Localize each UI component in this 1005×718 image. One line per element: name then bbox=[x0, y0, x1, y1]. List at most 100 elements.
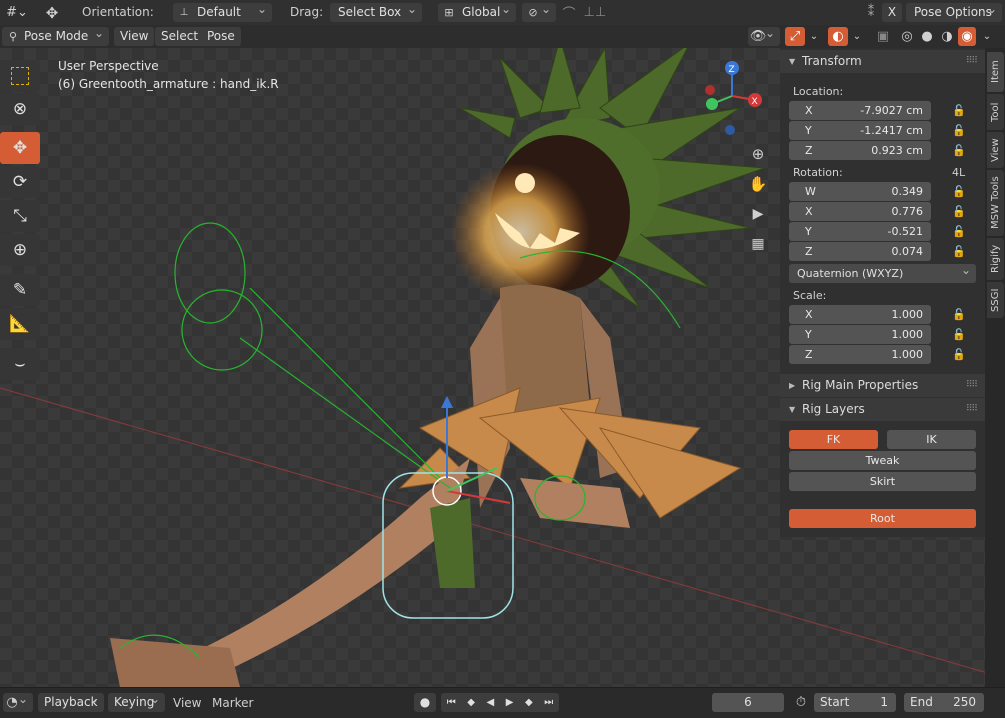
timeline-view-menu[interactable]: View bbox=[173, 696, 201, 710]
tab-rigify[interactable]: Rigify bbox=[987, 238, 1004, 280]
navigation-gizmo[interactable]: Z X bbox=[700, 56, 770, 136]
timeline-marker-menu[interactable]: Marker bbox=[212, 696, 253, 710]
annotate-icon[interactable]: ✎ bbox=[0, 274, 40, 306]
tab-ssgi[interactable]: SSGI bbox=[987, 282, 1004, 318]
skirt-layer-toggle[interactable]: Skirt bbox=[789, 472, 976, 491]
rotate-icon[interactable]: ⟳ bbox=[0, 166, 40, 198]
gizmo-z-label: Z bbox=[729, 65, 735, 75]
orientation-dropdown[interactable]: ⊥ Default bbox=[173, 0, 272, 22]
start-frame-field[interactable]: Start 1 bbox=[814, 693, 896, 712]
move-icon[interactable]: ✥ bbox=[0, 132, 40, 164]
zoom-icon[interactable]: ⊕ bbox=[748, 144, 768, 164]
rig-layers-title: Rig Layers bbox=[802, 402, 865, 416]
gizmo-dropdown-icon[interactable]: ⌄ bbox=[807, 27, 821, 46]
solid-shading-icon[interactable]: ● bbox=[918, 27, 936, 46]
tab-msw-tools[interactable]: MSW Tools bbox=[987, 170, 1004, 236]
menu-select[interactable]: Select bbox=[155, 27, 205, 46]
ik-layer-toggle[interactable]: IK bbox=[887, 430, 976, 449]
lock-icon[interactable]: 🔓 bbox=[952, 205, 966, 219]
select-box-icon[interactable] bbox=[0, 60, 40, 92]
drag-dropdown[interactable]: Select Box bbox=[330, 0, 422, 22]
next-keyframe-icon[interactable]: ◆ bbox=[525, 693, 533, 712]
rotation-x-field[interactable]: X 0.776 bbox=[789, 202, 931, 221]
keying-menu[interactable]: Keying bbox=[108, 690, 165, 712]
menu-view[interactable]: View bbox=[114, 27, 155, 46]
location-x-field[interactable]: X -7.9027 cm bbox=[789, 101, 931, 120]
timeline-editor-type[interactable]: ◔ bbox=[3, 690, 33, 712]
rotation-w-field[interactable]: W 0.349 bbox=[789, 182, 931, 201]
prev-keyframe-icon[interactable]: ◆ bbox=[467, 693, 475, 712]
material-shading-icon[interactable]: ◑ bbox=[938, 27, 956, 46]
scale-z-field[interactable]: Z 1.000 bbox=[789, 345, 931, 364]
lock-icon[interactable]: 🔓 bbox=[952, 225, 966, 239]
drag-grip-icon[interactable]: ⠿⠿ bbox=[966, 374, 978, 397]
rotation-y-field[interactable]: Y -0.521 bbox=[789, 222, 931, 241]
tab-item[interactable]: Item bbox=[987, 52, 1004, 92]
snap-target-icon[interactable]: ⊥⊥ bbox=[580, 3, 610, 22]
location-label: Location: bbox=[793, 85, 844, 98]
jump-start-icon[interactable]: ⏮ bbox=[447, 693, 456, 712]
scale-y-field[interactable]: Y 1.000 bbox=[789, 325, 931, 344]
scale-icon[interactable]: ⤡ bbox=[0, 200, 40, 232]
pivot-dropdown[interactable]: ⊘ bbox=[522, 0, 556, 22]
lock-icon[interactable]: 🔓 bbox=[952, 245, 966, 259]
snap-icon[interactable]: ⌒ bbox=[560, 3, 578, 22]
lock-icon[interactable]: 🔓 bbox=[952, 124, 966, 138]
global-axes-icon: ⊞ bbox=[444, 6, 454, 19]
overlay-dropdown-icon[interactable]: ⌄ bbox=[850, 27, 864, 46]
record-button[interactable]: ● bbox=[414, 693, 436, 712]
play-icon[interactable]: ▶ bbox=[506, 693, 514, 712]
relax-icon[interactable]: ⌣ bbox=[0, 348, 40, 380]
gizmo-toggle-icon[interactable]: ⤢ bbox=[785, 27, 805, 46]
play-reverse-icon[interactable]: ◀ bbox=[487, 693, 495, 712]
current-frame-field[interactable]: 6 bbox=[712, 693, 784, 712]
camera-icon[interactable]: ▶ bbox=[748, 204, 768, 224]
wireframe-shading-icon[interactable]: ◎ bbox=[898, 27, 916, 46]
lock-icon[interactable]: 🔓 bbox=[952, 185, 966, 199]
shading-dropdown-icon[interactable]: ⌄ bbox=[980, 27, 994, 46]
overlay-toggle-icon[interactable]: ◐ bbox=[828, 27, 848, 46]
rotation-mode-dropdown[interactable]: Quaternion (WXYZ) bbox=[789, 261, 976, 283]
rig-main-properties-header[interactable]: ▶ Rig Main Properties ⠿⠿ bbox=[780, 374, 985, 397]
lock-icon[interactable]: 🔓 bbox=[952, 104, 966, 118]
visibility-dropdown[interactable]: 👁 bbox=[748, 24, 780, 46]
lock-icon[interactable]: 🔓 bbox=[952, 144, 966, 158]
x-mirror-toggle[interactable]: X bbox=[882, 3, 902, 22]
lock-icon[interactable]: 🔓 bbox=[952, 308, 966, 322]
drag-grip-icon[interactable]: ⠿⠿ bbox=[966, 398, 978, 421]
mirror-icon: ⁑ bbox=[867, 5, 875, 20]
grid-icon[interactable]: ▦ bbox=[748, 234, 768, 254]
rotation-4l-toggle[interactable]: 4L bbox=[952, 166, 965, 179]
tab-tool[interactable]: Tool bbox=[987, 94, 1004, 130]
pose-options-dropdown[interactable]: Pose Options bbox=[906, 0, 1002, 22]
rendered-shading-icon[interactable]: ◉ bbox=[958, 27, 976, 46]
active-object-label: (6) Greentooth_armature : hand_ik.R bbox=[58, 77, 279, 91]
scale-x-field[interactable]: X 1.000 bbox=[789, 305, 931, 324]
location-z-field[interactable]: Z 0.923 cm bbox=[789, 141, 931, 160]
transform-icon[interactable]: ⊕ bbox=[0, 234, 40, 266]
root-layer-toggle[interactable]: Root bbox=[789, 509, 976, 528]
drag-grip-icon[interactable]: ⠿⠿ bbox=[966, 50, 978, 73]
xray-icon[interactable]: ▣ bbox=[874, 27, 892, 46]
mode-dropdown[interactable]: ⚲ Pose Mode bbox=[2, 24, 109, 46]
measure-icon[interactable]: 📐 bbox=[0, 308, 40, 340]
end-frame-field[interactable]: End 250 bbox=[904, 693, 984, 712]
menu-pose[interactable]: Pose bbox=[201, 27, 241, 46]
tweak-layer-toggle[interactable]: Tweak bbox=[789, 451, 976, 470]
stopwatch-icon[interactable]: ⏱ bbox=[792, 693, 810, 712]
transform-orientation-dropdown[interactable]: ⊞ Global bbox=[438, 0, 516, 22]
playback-menu[interactable]: Playback bbox=[38, 690, 104, 712]
lock-icon[interactable]: 🔓 bbox=[952, 328, 966, 342]
rotation-z-field[interactable]: Z 0.074 bbox=[789, 242, 931, 261]
pan-hand-icon[interactable]: ✋ bbox=[748, 174, 768, 194]
editor-type-icon[interactable]: #⌄ bbox=[4, 3, 30, 22]
jump-end-icon[interactable]: ⏭ bbox=[544, 693, 553, 712]
lock-icon[interactable]: 🔓 bbox=[952, 348, 966, 362]
rig-layers-header[interactable]: ▼ Rig Layers ⠿⠿ bbox=[780, 398, 985, 421]
transform-pivot-icon[interactable]: ✥ bbox=[40, 2, 64, 23]
location-y-field[interactable]: Y -1.2417 cm bbox=[789, 121, 931, 140]
cursor-icon[interactable]: ⊗ bbox=[0, 93, 40, 125]
fk-layer-toggle[interactable]: FK bbox=[789, 430, 878, 449]
tab-view[interactable]: View bbox=[987, 132, 1004, 168]
transform-panel-header[interactable]: ▼ Transform ⠿⠿ bbox=[780, 50, 985, 73]
